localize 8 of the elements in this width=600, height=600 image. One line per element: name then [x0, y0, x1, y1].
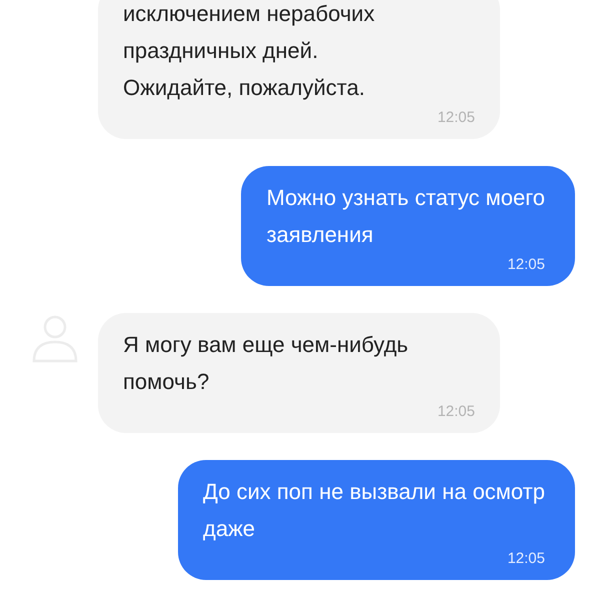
message-text: Можно узнать статус моего заявления	[266, 184, 545, 249]
message-time: 12:05	[507, 255, 545, 275]
message-text: Я могу вам еще чем-нибудь помочь?	[123, 331, 410, 396]
message-text: исключением нерабочих праздничных дней. Ожидайте, пожалуйста.	[123, 0, 376, 102]
message-time: 12:05	[437, 402, 475, 422]
message-time: 12:05	[437, 108, 475, 128]
message-text: До сих поп не вызвали на осмотр даже	[203, 478, 545, 543]
message-time: 12:05	[507, 549, 545, 569]
